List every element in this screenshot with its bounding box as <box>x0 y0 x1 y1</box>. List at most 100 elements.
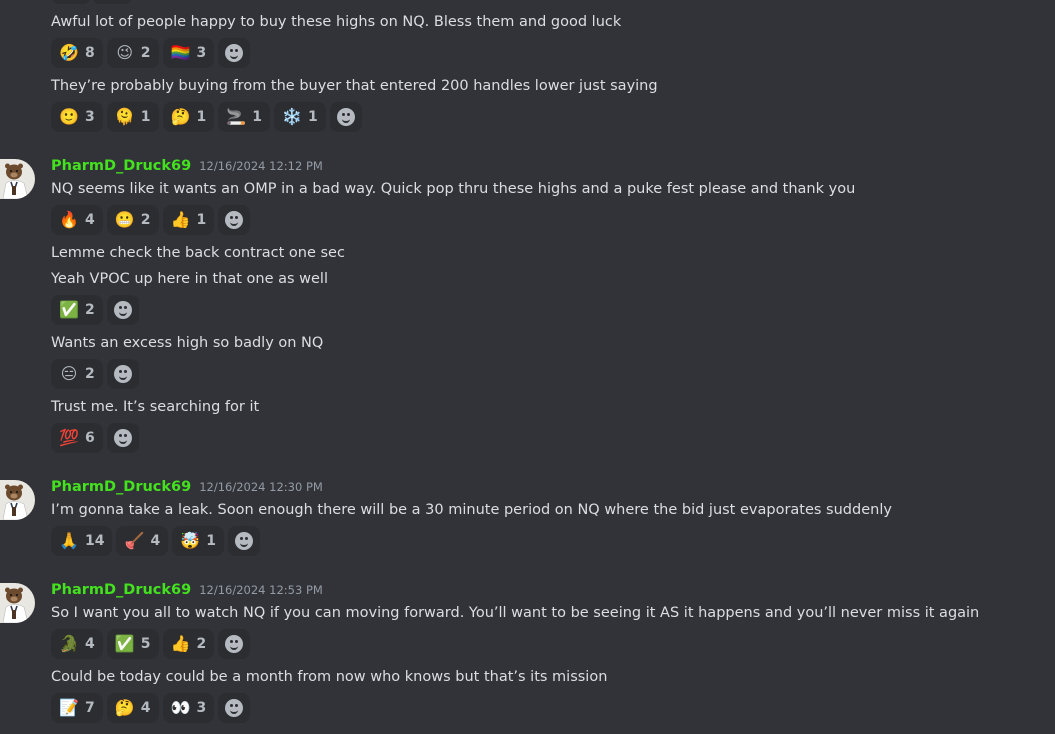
reaction-pill[interactable]: 🙏 14 <box>51 526 113 556</box>
message-text: They’re probably buying from the buyer t… <box>51 78 658 94</box>
add-reaction-icon <box>234 532 253 550</box>
add-reaction-icon <box>113 429 132 447</box>
reaction-pill[interactable]: ❄️ 1 <box>274 102 326 132</box>
reaction-pill[interactable]: ✅ 5 <box>106 629 159 659</box>
reaction-pill[interactable]: 🚬 1 <box>218 102 270 132</box>
reaction-count: 1 <box>196 212 207 228</box>
check-mark-emoji: ✅ <box>59 300 79 319</box>
reaction-pill[interactable] <box>51 0 91 4</box>
add-reaction-icon <box>113 301 132 319</box>
reaction-pill[interactable]: 🤯 1 <box>172 526 224 556</box>
fire-emoji: 🔥 <box>59 210 79 229</box>
reaction-count: 1 <box>252 109 262 125</box>
reaction-count: 2 <box>140 212 151 228</box>
message-text: I’m gonna take a leak. Soon enough there… <box>51 502 892 518</box>
message-text: Awful lot of people happy to buy these h… <box>51 14 622 30</box>
reaction-count: 14 <box>85 533 105 549</box>
reaction-pill[interactable]: 🪠 4 <box>116 526 169 556</box>
crocodile-emoji: 🐊 <box>59 634 79 653</box>
username[interactable]: PharmD_Druck69 <box>51 158 191 174</box>
reaction-pill[interactable]: 🏳️‍🌈 3 <box>162 38 215 68</box>
reaction-pill[interactable]: 📝 7 <box>51 693 103 723</box>
reaction-count: 5 <box>140 636 151 652</box>
add-reaction-icon <box>225 211 244 229</box>
reaction-pill[interactable]: 🙂 3 <box>51 102 103 132</box>
username[interactable]: PharmD_Druck69 <box>51 582 191 598</box>
reaction-pill[interactable]: 🤔 1 <box>162 102 215 132</box>
wink-emoji: 😉 <box>116 43 134 62</box>
thinking-emoji: 🤔 <box>170 107 191 126</box>
message-text: Yeah VPOC up here in that one as well <box>51 271 328 287</box>
add-reaction-button[interactable] <box>218 205 251 235</box>
message-header: PharmD_Druck69 12/16/2024 12:30 PM <box>51 479 323 499</box>
reaction-count: 4 <box>150 533 161 549</box>
exploding-head-emoji: 🤯 <box>180 531 201 550</box>
reaction-count: 7 <box>85 700 95 716</box>
avatar[interactable] <box>0 159 35 199</box>
thumbs-up-emoji: 👍 <box>170 634 191 653</box>
timestamp[interactable]: 12/16/2024 12:53 PM <box>199 583 323 597</box>
plunger-emoji: 🪠 <box>124 531 145 550</box>
message-text: NQ seems like it wants an OMP in a bad w… <box>51 181 856 197</box>
message-text: So I want you all to watch NQ if you can… <box>51 605 980 621</box>
add-reaction-button[interactable] <box>329 102 362 132</box>
reaction-pill[interactable]: 🤣 8 <box>51 38 103 68</box>
add-reaction-button[interactable] <box>106 359 139 389</box>
memo-emoji: 📝 <box>59 698 79 717</box>
reaction-pill[interactable]: 🤔 4 <box>106 693 159 723</box>
message-text: Trust me. It’s searching for it <box>51 399 260 415</box>
grimace-emoji: 😬 <box>114 210 135 229</box>
add-reaction-icon <box>225 699 244 717</box>
add-reaction-button[interactable] <box>227 526 260 556</box>
message-text: Lemme check the back contract one sec <box>51 245 345 261</box>
thinking-emoji: 🤔 <box>114 698 135 717</box>
message-text: Wants an excess high so badly on NQ <box>51 335 324 351</box>
reaction-pill[interactable]: 😬 2 <box>106 205 159 235</box>
add-reaction-button[interactable] <box>106 295 139 325</box>
add-reaction-icon <box>113 365 132 383</box>
melting-face-emoji: 🫠 <box>114 107 135 126</box>
slight-smile-emoji: 🙂 <box>59 107 79 126</box>
reaction-pill[interactable]: 😉 2 <box>106 38 159 68</box>
reaction-pill[interactable]: 🐊 4 <box>51 629 103 659</box>
reaction-count: 8 <box>85 45 95 61</box>
add-reaction-button[interactable] <box>218 629 251 659</box>
avatar[interactable] <box>0 583 35 623</box>
reactions-bar: ✅ 2 <box>51 295 139 325</box>
reaction-pill[interactable]: 👍 2 <box>162 629 215 659</box>
reaction-count: 2 <box>85 366 95 382</box>
reactions-bar: 💯 6 <box>51 423 139 453</box>
pray-emoji: 🙏 <box>59 531 79 550</box>
expressionless-emoji: 😑 <box>60 364 78 383</box>
reaction-count: 4 <box>85 636 95 652</box>
add-reaction-button[interactable] <box>218 693 251 723</box>
reaction-pill[interactable]: 👍 1 <box>162 205 215 235</box>
reaction-pill[interactable]: 🫠 1 <box>106 102 159 132</box>
reaction-count: 1 <box>308 109 318 125</box>
eyes-emoji: 👀 <box>170 698 191 717</box>
reaction-pill[interactable]: 💯 6 <box>51 423 103 453</box>
snowflake-emoji: ❄️ <box>282 107 302 126</box>
thumbs-up-emoji: 👍 <box>170 210 191 229</box>
reaction-pill[interactable]: 👀 3 <box>162 693 215 723</box>
timestamp[interactable]: 12/16/2024 12:30 PM <box>199 480 323 494</box>
reaction-count: 2 <box>140 45 151 61</box>
reaction-pill[interactable]: 🔥 4 <box>51 205 103 235</box>
timestamp[interactable]: 12/16/2024 12:12 PM <box>199 159 323 173</box>
reaction-count: 3 <box>196 45 207 61</box>
avatar[interactable] <box>0 480 35 520</box>
reaction-count: 1 <box>196 109 207 125</box>
add-reaction-button[interactable] <box>218 38 251 68</box>
reaction-pill[interactable] <box>92 0 132 4</box>
reaction-count: 6 <box>85 430 95 446</box>
reactions-bar: 🙏 14 🪠 4 🤯 1 <box>51 526 260 556</box>
add-reaction-button[interactable] <box>106 423 139 453</box>
reactions-bar: 🔥 4 😬 2 👍 1 <box>51 205 251 235</box>
message-header: PharmD_Druck69 12/16/2024 12:12 PM <box>51 158 323 178</box>
reaction-pill[interactable]: ✅ 2 <box>51 295 103 325</box>
rofl-emoji: 🤣 <box>59 43 79 62</box>
username[interactable]: PharmD_Druck69 <box>51 479 191 495</box>
reaction-pill[interactable]: 😑 2 <box>51 359 103 389</box>
cigarette-emoji: 🚬 <box>226 107 247 126</box>
reaction-count: 4 <box>85 212 95 228</box>
